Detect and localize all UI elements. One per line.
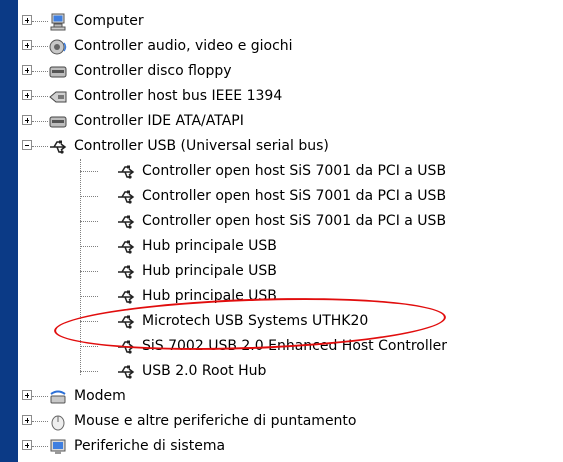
tree-item-label: Controller audio, video e giochi — [74, 38, 293, 54]
tree-item-ieee1394[interactable]: Controller host bus IEEE 1394 — [18, 84, 563, 109]
tree-item-system-devices[interactable]: Periferiche di sistema — [18, 434, 563, 459]
tree-item-usb-child[interactable]: Hub principale USB — [18, 259, 563, 284]
tree-item-label: Computer — [74, 13, 144, 29]
tree-item-label: SiS 7002 USB 2.0 Enhanced Host Controlle… — [142, 338, 447, 354]
expand-toggle[interactable] — [22, 390, 32, 400]
tree-item-label: Controller open host SiS 7001 da PCI a U… — [142, 163, 447, 179]
tree-item-usb-child[interactable]: USB 2.0 Root Hub — [18, 359, 563, 384]
usb-icon — [118, 290, 135, 304]
tree-item-usb-child[interactable]: SiS 7002 USB 2.0 Enhanced Host Controlle… — [18, 334, 563, 359]
audio-icon — [49, 39, 67, 54]
tree-item-label: Microtech USB Systems UTHK20 — [142, 313, 369, 329]
expand-toggle[interactable] — [22, 40, 32, 50]
system-devices-icon — [50, 439, 66, 454]
floppy-controller-icon — [49, 66, 67, 77]
tree-item-label: Controller IDE ATA/ATAPI — [74, 113, 244, 129]
tree-item-label: Mouse e altre periferiche di puntamento — [74, 413, 357, 429]
tree-item-label: Controller disco floppy — [74, 63, 232, 79]
tree-item-label: Hub principale USB — [142, 288, 277, 304]
computer-icon — [50, 13, 66, 30]
expand-toggle[interactable] — [22, 415, 32, 425]
tree-item-usb-child[interactable]: Hub principale USB — [18, 234, 563, 259]
usb-icon — [50, 140, 67, 154]
tree-item-audio[interactable]: Controller audio, video e giochi — [18, 34, 563, 59]
usb-icon — [118, 265, 135, 279]
tree-item-usb-controllers[interactable]: Controller USB (Universal serial bus) — [18, 134, 563, 159]
expand-toggle[interactable] — [22, 440, 32, 450]
expand-toggle[interactable] — [22, 65, 32, 75]
ieee1394-icon — [49, 91, 67, 102]
tree-item-label: Controller open host SiS 7001 da PCI a U… — [142, 188, 447, 204]
tree-item-floppy-controller[interactable]: Controller disco floppy — [18, 59, 563, 84]
tree-item-usb-child[interactable]: Controller open host SiS 7001 da PCI a U… — [18, 209, 563, 234]
collapse-toggle[interactable] — [22, 140, 32, 150]
tree-item-usb-child[interactable]: Controller open host SiS 7001 da PCI a U… — [18, 159, 563, 184]
device-manager-tree-panel: Computer Controller audio, video e gioch… — [18, 0, 563, 462]
tree-item-mouse[interactable]: Mouse e altre periferiche di puntamento — [18, 409, 563, 434]
tree-item-ide-controller[interactable]: Controller IDE ATA/ATAPI — [18, 109, 563, 134]
tree-item-usb-child-highlighted[interactable]: Microtech USB Systems UTHK20 — [18, 309, 563, 334]
tree-item-label: Controller open host SiS 7001 da PCI a U… — [142, 213, 447, 229]
expand-toggle[interactable] — [22, 15, 32, 25]
modem-icon — [50, 390, 66, 403]
usb-icon — [118, 190, 135, 204]
ide-controller-icon — [49, 116, 67, 127]
mouse-icon — [51, 415, 65, 430]
usb-icon — [118, 315, 135, 329]
usb-icon — [118, 215, 135, 229]
tree-item-usb-child[interactable]: Controller open host SiS 7001 da PCI a U… — [18, 184, 563, 209]
tree-item-label: USB 2.0 Root Hub — [142, 363, 267, 379]
tree-item-computer[interactable]: Computer — [18, 9, 563, 34]
usb-icon — [118, 165, 135, 179]
tree-item-label: Modem — [74, 388, 126, 404]
tree-item-label: Controller host bus IEEE 1394 — [74, 88, 283, 104]
tree-item-label: Hub principale USB — [142, 263, 277, 279]
usb-icon — [118, 240, 135, 254]
tree-item-usb-child[interactable]: Hub principale USB — [18, 284, 563, 309]
tree-item-label: Hub principale USB — [142, 238, 277, 254]
tree-item-modem[interactable]: Modem — [18, 384, 563, 409]
expand-toggle[interactable] — [22, 90, 32, 100]
usb-icon — [118, 365, 135, 379]
tree-item-label: Controller USB (Universal serial bus) — [74, 138, 329, 154]
expand-toggle[interactable] — [22, 115, 32, 125]
tree-item-label: Periferiche di sistema — [74, 438, 226, 454]
usb-icon — [118, 340, 135, 354]
